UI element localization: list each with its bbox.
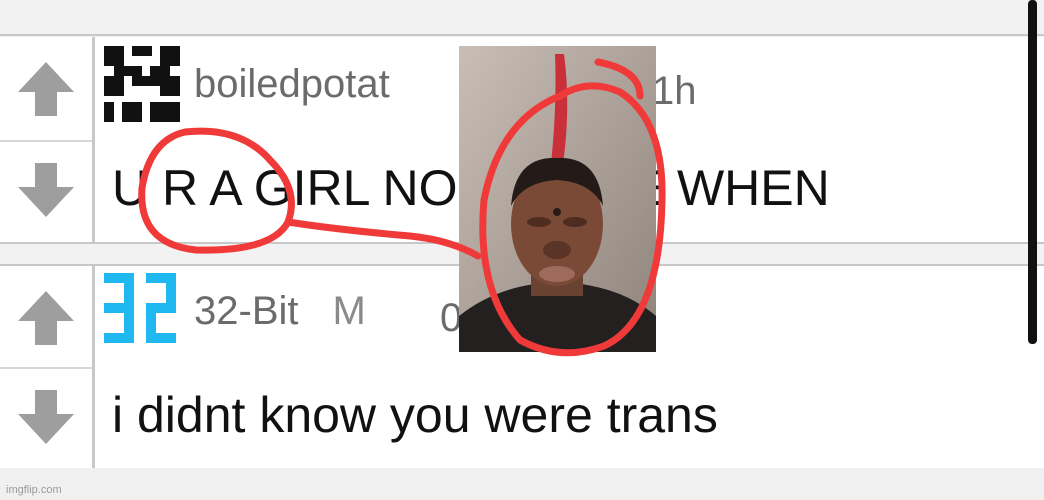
arrow-down-icon [18,162,74,217]
arrow-down-icon [18,389,74,444]
comment-body: i didnt know you were trans [112,387,718,443]
top-band [0,0,1044,36]
arrow-up-icon [18,62,74,117]
downvote-button[interactable] [0,140,92,243]
upvote-button[interactable] [0,266,92,369]
moderator-badge: M [332,288,366,333]
comment-username[interactable]: 32-Bit [194,289,299,334]
downvote-button[interactable] [0,367,92,468]
vote-column [0,37,95,242]
comment-time: 1h [652,69,697,113]
arrow-up-icon [18,290,74,345]
watermark: imgflip.com [6,484,62,496]
user-avatar-icon[interactable] [104,273,180,349]
comment-header: boiledpotat [104,46,390,122]
comment-thread: boiledpotat 1h U R A GIRL NO ONE CE WHEN [0,0,1044,500]
scrollbar[interactable] [1028,0,1037,344]
upvote-button[interactable] [0,37,92,142]
comment-header: 32-Bit M [104,273,366,349]
vote-column [0,266,95,468]
user-avatar-icon[interactable] [104,46,180,122]
pasted-photo [459,46,656,352]
comment-username[interactable]: boiledpotat [194,62,390,107]
